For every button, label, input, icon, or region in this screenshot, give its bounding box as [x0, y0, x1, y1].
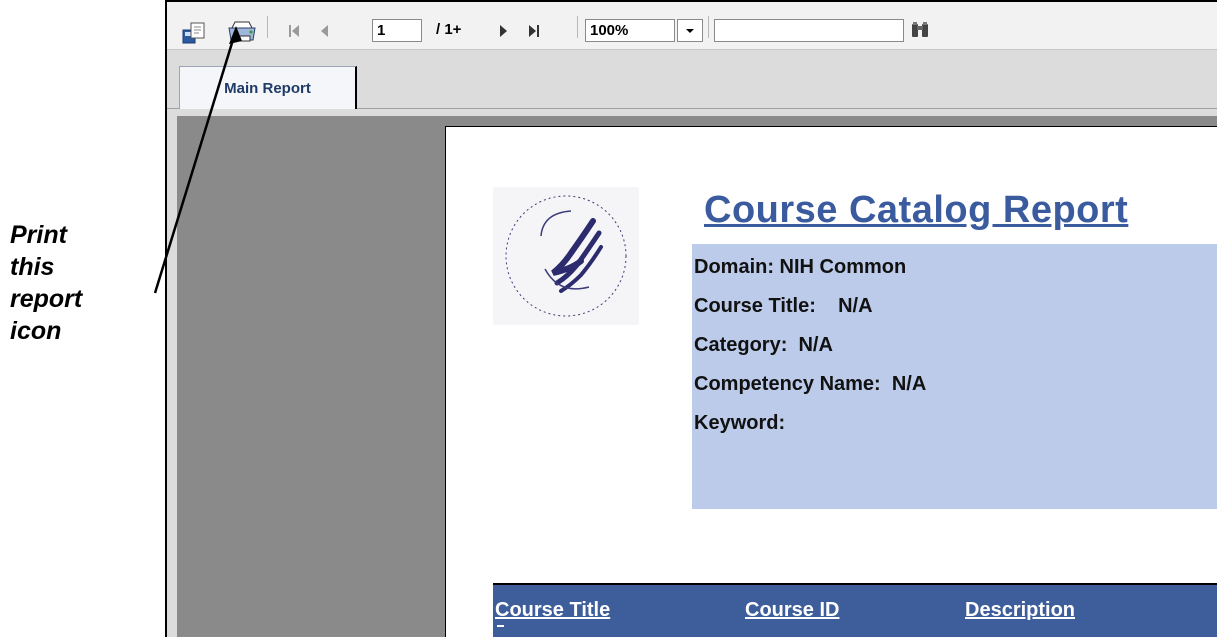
page-total-label: / 1+ [436, 21, 462, 38]
criteria-course-title: Course Title: N/A [694, 295, 873, 317]
row-marker [497, 625, 504, 627]
tab-main-report[interactable]: Main Report [179, 66, 357, 109]
column-header-course-title[interactable]: Course Title [495, 599, 610, 622]
annotation-line: this [10, 253, 55, 281]
criteria-domain: Domain: NIH Common [694, 256, 907, 278]
criteria-competency: Competency Name: N/A [694, 373, 927, 395]
zoom-select[interactable] [585, 19, 675, 42]
report-viewer: / 1+ Main Report [165, 0, 1217, 637]
tab-bar: Main Report [167, 50, 1217, 109]
report-title: Course Catalog Report [704, 189, 1129, 231]
annotation-line: icon [10, 317, 62, 345]
column-header-course-id[interactable]: Course ID [745, 599, 839, 622]
toolbar-separator [267, 16, 268, 38]
annotation-callout: Print this report icon [10, 219, 120, 347]
binoculars-icon[interactable] [908, 19, 932, 41]
export-icon[interactable] [181, 20, 207, 46]
toolbar-separator [577, 16, 578, 38]
previous-page-icon[interactable] [315, 22, 333, 40]
search-input[interactable] [714, 19, 904, 42]
chevron-down-icon [686, 28, 694, 33]
toolbar-separator [708, 16, 709, 38]
report-canvas: Course Catalog Report Domain: NIH Common… [177, 116, 1217, 637]
table-header: Course Title Course ID Description [493, 583, 1217, 637]
annotation-line: Print [10, 221, 67, 249]
column-header-description[interactable]: Description [965, 599, 1075, 622]
last-page-icon[interactable] [525, 22, 543, 40]
annotation-line: report [10, 285, 83, 313]
report-page: Course Catalog Report Domain: NIH Common… [445, 126, 1217, 637]
printer-icon[interactable] [227, 19, 257, 45]
first-page-icon[interactable] [285, 22, 303, 40]
viewer-toolbar: / 1+ [167, 2, 1217, 50]
zoom-dropdown-button[interactable] [677, 19, 703, 42]
criteria-keyword: Keyword: [694, 412, 786, 434]
hhs-seal-icon [493, 187, 639, 325]
next-page-icon[interactable] [495, 22, 513, 40]
criteria-category: Category: N/A [694, 334, 833, 356]
page-number-input[interactable] [372, 19, 422, 42]
report-criteria: Domain: NIH Common Course Title: N/A Cat… [692, 244, 1217, 509]
